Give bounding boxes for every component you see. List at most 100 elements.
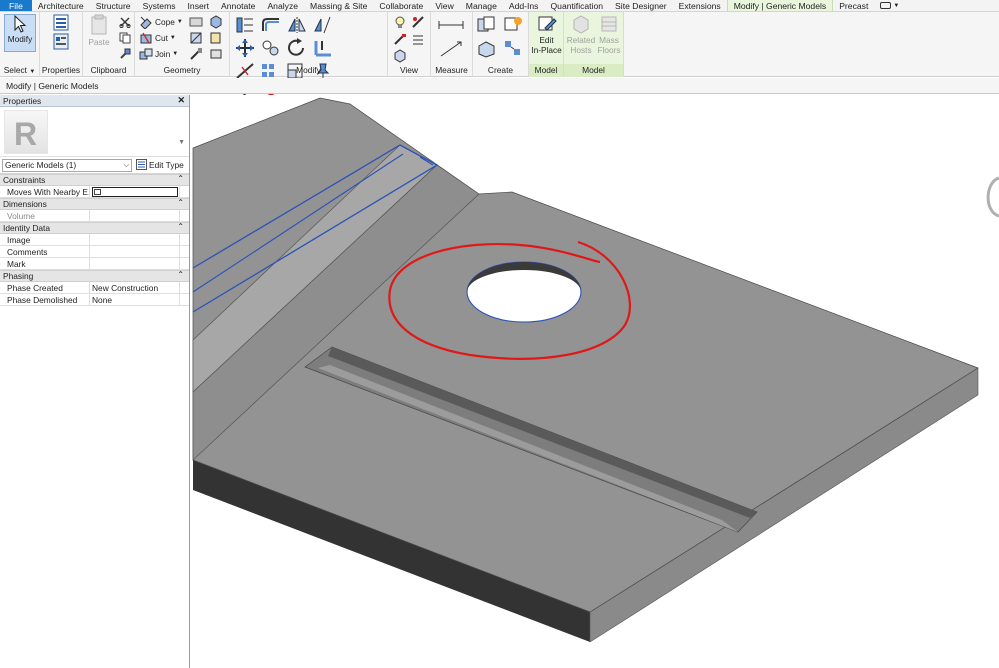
modify-button[interactable]: Modify [4, 14, 36, 52]
mirror-draw-axis-icon[interactable] [312, 15, 334, 35]
create-assembly-icon[interactable] [476, 15, 498, 35]
modify-panel-label: Modify [296, 65, 321, 75]
type-selector[interactable]: Generic Models (1) ⌵ [2, 159, 132, 172]
phase-demolished-value[interactable]: None [90, 294, 180, 305]
align-icon[interactable] [234, 15, 256, 35]
chevron-down-icon[interactable]: ▼ [178, 139, 185, 146]
tab-massing-site[interactable]: Massing & Site [304, 0, 373, 11]
type-selector-value: Generic Models (1) [5, 160, 77, 170]
properties-button[interactable] [46, 14, 76, 52]
cut-geometry-icon [140, 32, 152, 44]
edit-in-place-icon [538, 16, 557, 31]
cube-icon[interactable] [209, 15, 223, 29]
panel-select: Modify Select ▼ [0, 12, 40, 77]
3d-viewport[interactable] [191, 95, 999, 668]
edit-type-icon [136, 159, 147, 170]
tab-extensions[interactable]: Extensions [673, 0, 727, 11]
property-value[interactable] [90, 186, 180, 197]
property-name: Volume [0, 210, 90, 221]
split-face-icon[interactable] [189, 31, 203, 45]
panel-properties: Properties [40, 12, 83, 77]
moves-with-nearby-checkbox[interactable] [92, 187, 178, 197]
select-panel-dropdown[interactable]: Select ▼ [0, 64, 39, 77]
type-selector-row: Generic Models (1) ⌵ Edit Type [0, 157, 189, 174]
tab-manage[interactable]: Manage [460, 0, 503, 11]
create-panel-label: Create [487, 65, 514, 75]
cut-scissors-button[interactable] [119, 16, 131, 30]
property-value[interactable] [90, 258, 180, 269]
tab-precast[interactable]: Precast [833, 0, 874, 11]
trim-extend-icon[interactable] [312, 38, 334, 58]
offset-icon[interactable] [260, 15, 282, 35]
property-row: Image [0, 234, 189, 246]
mass-floors-line1: Mass [599, 35, 619, 45]
edit-in-place-button[interactable]: Edit In-Place [529, 14, 564, 55]
mass-floors-icon [601, 16, 617, 32]
mass-floors-button[interactable]: Mass Floors [595, 14, 623, 55]
override-graphics-icon[interactable] [411, 15, 425, 29]
tab-view[interactable]: View [429, 0, 459, 11]
group-label: Constraints [3, 175, 46, 185]
tab-modify-generic-models[interactable]: Modify | Generic Models [726, 0, 834, 11]
edit-in-place-line2: In-Place [531, 45, 562, 55]
dimension-button[interactable] [437, 40, 465, 60]
remove-paint-icon[interactable] [209, 47, 223, 61]
tab-systems[interactable]: Systems [137, 0, 182, 11]
cope-label: Cope [155, 17, 175, 27]
copy-element-icon[interactable] [260, 38, 282, 58]
property-row: Phase Created New Construction [0, 282, 189, 294]
property-value[interactable] [90, 246, 180, 257]
cope-button[interactable]: Cope ▼ [139, 15, 183, 29]
match-properties-button[interactable] [119, 48, 131, 62]
copy-button[interactable] [119, 32, 131, 46]
lines-icon[interactable] [411, 32, 425, 46]
edit-type-button[interactable]: Edit Type [136, 159, 184, 170]
view-cube-icon[interactable] [986, 176, 999, 218]
group-constraints[interactable]: Constraints ⌃ [0, 174, 189, 186]
tab-quantification[interactable]: Quantification [544, 0, 609, 11]
tab-analyze[interactable]: Analyze [261, 0, 304, 11]
group-label: Identity Data [3, 223, 51, 233]
mirror-axis-icon[interactable] [286, 15, 308, 35]
chevron-down-icon: ▼ [176, 19, 183, 25]
lightbulb-icon[interactable] [393, 15, 407, 29]
tab-file[interactable]: File [0, 0, 32, 11]
paint-icon[interactable] [209, 31, 223, 45]
property-value[interactable] [90, 234, 180, 245]
svg-text:R: R [14, 116, 37, 152]
group-identity-data[interactable]: Identity Data ⌃ [0, 222, 189, 234]
close-icon[interactable]: ✕ [177, 95, 185, 106]
join-button[interactable]: Join ▼ [139, 47, 178, 61]
demolish-icon[interactable] [189, 47, 203, 61]
tab-annotate[interactable]: Annotate [215, 0, 261, 11]
view-tools-grid [393, 15, 427, 63]
ribbon-tab-bar: File Architecture Structure Systems Inse… [0, 0, 999, 12]
tab-add-ins[interactable]: Add-Ins [503, 0, 545, 11]
tab-insert[interactable]: Insert [182, 0, 216, 11]
rotate-icon[interactable] [286, 38, 308, 58]
tab-site-designer[interactable]: Site Designer [609, 0, 673, 11]
related-hosts-button[interactable]: Related Hosts [566, 14, 596, 55]
create-group-icon[interactable] [476, 38, 498, 58]
tab-architecture[interactable]: Architecture [32, 0, 90, 11]
group-phasing[interactable]: Phasing ⌃ [0, 270, 189, 282]
create-parts-icon[interactable] [502, 15, 524, 35]
linework-icon[interactable] [393, 32, 407, 46]
property-row: Moves With Nearby E... [0, 186, 189, 198]
create-similar-icon[interactable] [502, 38, 524, 58]
measure-button[interactable] [437, 18, 465, 34]
tab-structure[interactable]: Structure [90, 0, 137, 11]
panel-model-edit: Edit In-Place Model [529, 12, 564, 77]
view-cube-icon[interactable] [393, 49, 407, 63]
wall-joins-icon[interactable] [189, 15, 203, 29]
tab-collaborate[interactable]: Collaborate [373, 0, 429, 11]
copy-icon [119, 32, 131, 44]
paste-button[interactable]: Paste [87, 14, 111, 47]
panel-measure: Measure [431, 12, 473, 77]
phase-created-value[interactable]: New Construction [90, 282, 180, 293]
group-label: Phasing [3, 271, 34, 281]
move-icon[interactable] [234, 38, 256, 58]
cut-geometry-button[interactable]: Cut ▼ [139, 31, 176, 45]
ribbon-minimize-toggle[interactable]: ▼ [874, 0, 905, 11]
group-dimensions[interactable]: Dimensions ⌃ [0, 198, 189, 210]
